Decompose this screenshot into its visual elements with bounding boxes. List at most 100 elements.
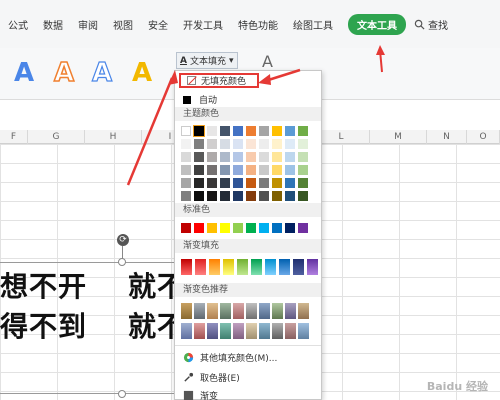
color-swatch[interactable] [207,191,217,201]
color-swatch[interactable] [285,223,295,233]
color-swatch[interactable] [233,191,243,201]
gradient-swatch[interactable] [237,259,248,275]
color-swatch[interactable] [259,223,269,233]
gradient-item[interactable]: 渐变 [183,389,218,400]
color-swatch[interactable] [194,139,204,149]
color-swatch[interactable] [272,152,282,162]
gradient-swatch[interactable] [246,303,257,319]
color-swatch[interactable] [233,126,243,136]
color-swatch[interactable] [298,139,308,149]
color-swatch[interactable] [207,139,217,149]
color-swatch[interactable] [220,191,230,201]
color-swatch[interactable] [181,139,191,149]
color-swatch[interactable] [285,126,295,136]
color-swatch[interactable] [246,223,256,233]
tab-view[interactable]: 视图 [113,17,133,32]
gradient-swatch[interactable] [259,303,270,319]
color-swatch[interactable] [272,178,282,188]
color-swatch[interactable] [194,152,204,162]
column-header[interactable]: F [0,130,28,144]
color-swatch[interactable] [298,178,308,188]
color-swatch[interactable] [233,165,243,175]
color-swatch[interactable] [246,126,256,136]
gradient-swatch[interactable] [195,259,206,275]
color-swatch[interactable] [207,126,217,136]
color-swatch[interactable] [272,191,282,201]
color-swatch[interactable] [259,178,269,188]
gradient-swatch[interactable] [265,259,276,275]
gradient-swatch[interactable] [279,259,290,275]
gradient-swatch[interactable] [298,303,309,319]
search-button[interactable]: 查找 [414,17,448,32]
color-swatch[interactable] [207,178,217,188]
gradient-swatch[interactable] [181,303,192,319]
gradient-swatch[interactable] [259,323,270,339]
color-swatch[interactable] [272,139,282,149]
gradient-swatch[interactable] [293,259,304,275]
color-swatch[interactable] [298,191,308,201]
color-swatch[interactable] [220,139,230,149]
gradient-swatch[interactable] [194,303,205,319]
color-swatch[interactable] [285,191,295,201]
color-swatch[interactable] [194,165,204,175]
tab-formula[interactable]: 公式 [8,17,28,32]
color-swatch[interactable] [246,191,256,201]
color-swatch[interactable] [285,139,295,149]
color-swatch[interactable] [298,126,308,136]
text-fill-button[interactable]: A 文本填充 ▾ [176,52,238,69]
resize-handle[interactable] [118,390,126,398]
color-swatch[interactable] [259,126,269,136]
color-swatch[interactable] [220,178,230,188]
tab-security[interactable]: 安全 [148,17,168,32]
tab-review[interactable]: 审阅 [78,17,98,32]
color-swatch[interactable] [220,223,230,233]
color-swatch[interactable] [259,152,269,162]
tab-drawing-tools[interactable]: 绘图工具 [293,17,333,32]
gradient-swatch[interactable] [298,323,309,339]
color-swatch[interactable] [259,139,269,149]
color-swatch[interactable] [194,223,204,233]
color-swatch[interactable] [298,152,308,162]
gradient-swatch[interactable] [220,303,231,319]
eyedropper-item[interactable]: 取色器(E) [183,371,240,384]
color-swatch[interactable] [181,152,191,162]
color-swatch[interactable] [298,223,308,233]
color-swatch[interactable] [181,223,191,233]
color-swatch[interactable] [285,165,295,175]
wordart-style-gold[interactable]: A [132,58,152,88]
gradient-swatch[interactable] [220,323,231,339]
color-swatch[interactable] [298,165,308,175]
color-swatch[interactable] [233,152,243,162]
color-swatch[interactable] [181,178,191,188]
more-fill-colors-item[interactable]: 其他填充颜色(M)... [183,351,277,364]
gradient-swatch[interactable] [223,259,234,275]
gradient-swatch[interactable] [251,259,262,275]
color-swatch[interactable] [246,165,256,175]
color-swatch[interactable] [259,191,269,201]
color-swatch[interactable] [193,125,205,137]
column-header[interactable]: H [85,130,142,144]
column-header[interactable]: M [370,130,427,144]
column-header[interactable]: N [427,130,467,144]
gradient-swatch[interactable] [181,323,192,339]
no-fill-color-option[interactable]: 无填充颜色 [179,73,259,88]
color-swatch[interactable] [272,165,282,175]
auto-color-option[interactable]: 自动 [183,93,217,106]
color-swatch[interactable] [246,152,256,162]
tab-text-tools[interactable]: 文本工具 [348,13,406,35]
color-swatch[interactable] [246,139,256,149]
gradient-swatch[interactable] [181,259,192,275]
text-outline-icon[interactable]: A [262,52,273,71]
gradient-swatch[interactable] [285,303,296,319]
gradient-swatch[interactable] [207,323,218,339]
color-swatch[interactable] [207,223,217,233]
color-swatch[interactable] [259,165,269,175]
gradient-swatch[interactable] [272,323,283,339]
color-swatch[interactable] [233,139,243,149]
gradient-swatch[interactable] [233,323,244,339]
gradient-swatch[interactable] [207,303,218,319]
color-swatch[interactable] [220,152,230,162]
gradient-swatch[interactable] [272,303,283,319]
color-swatch[interactable] [285,152,295,162]
gradient-swatch[interactable] [209,259,220,275]
